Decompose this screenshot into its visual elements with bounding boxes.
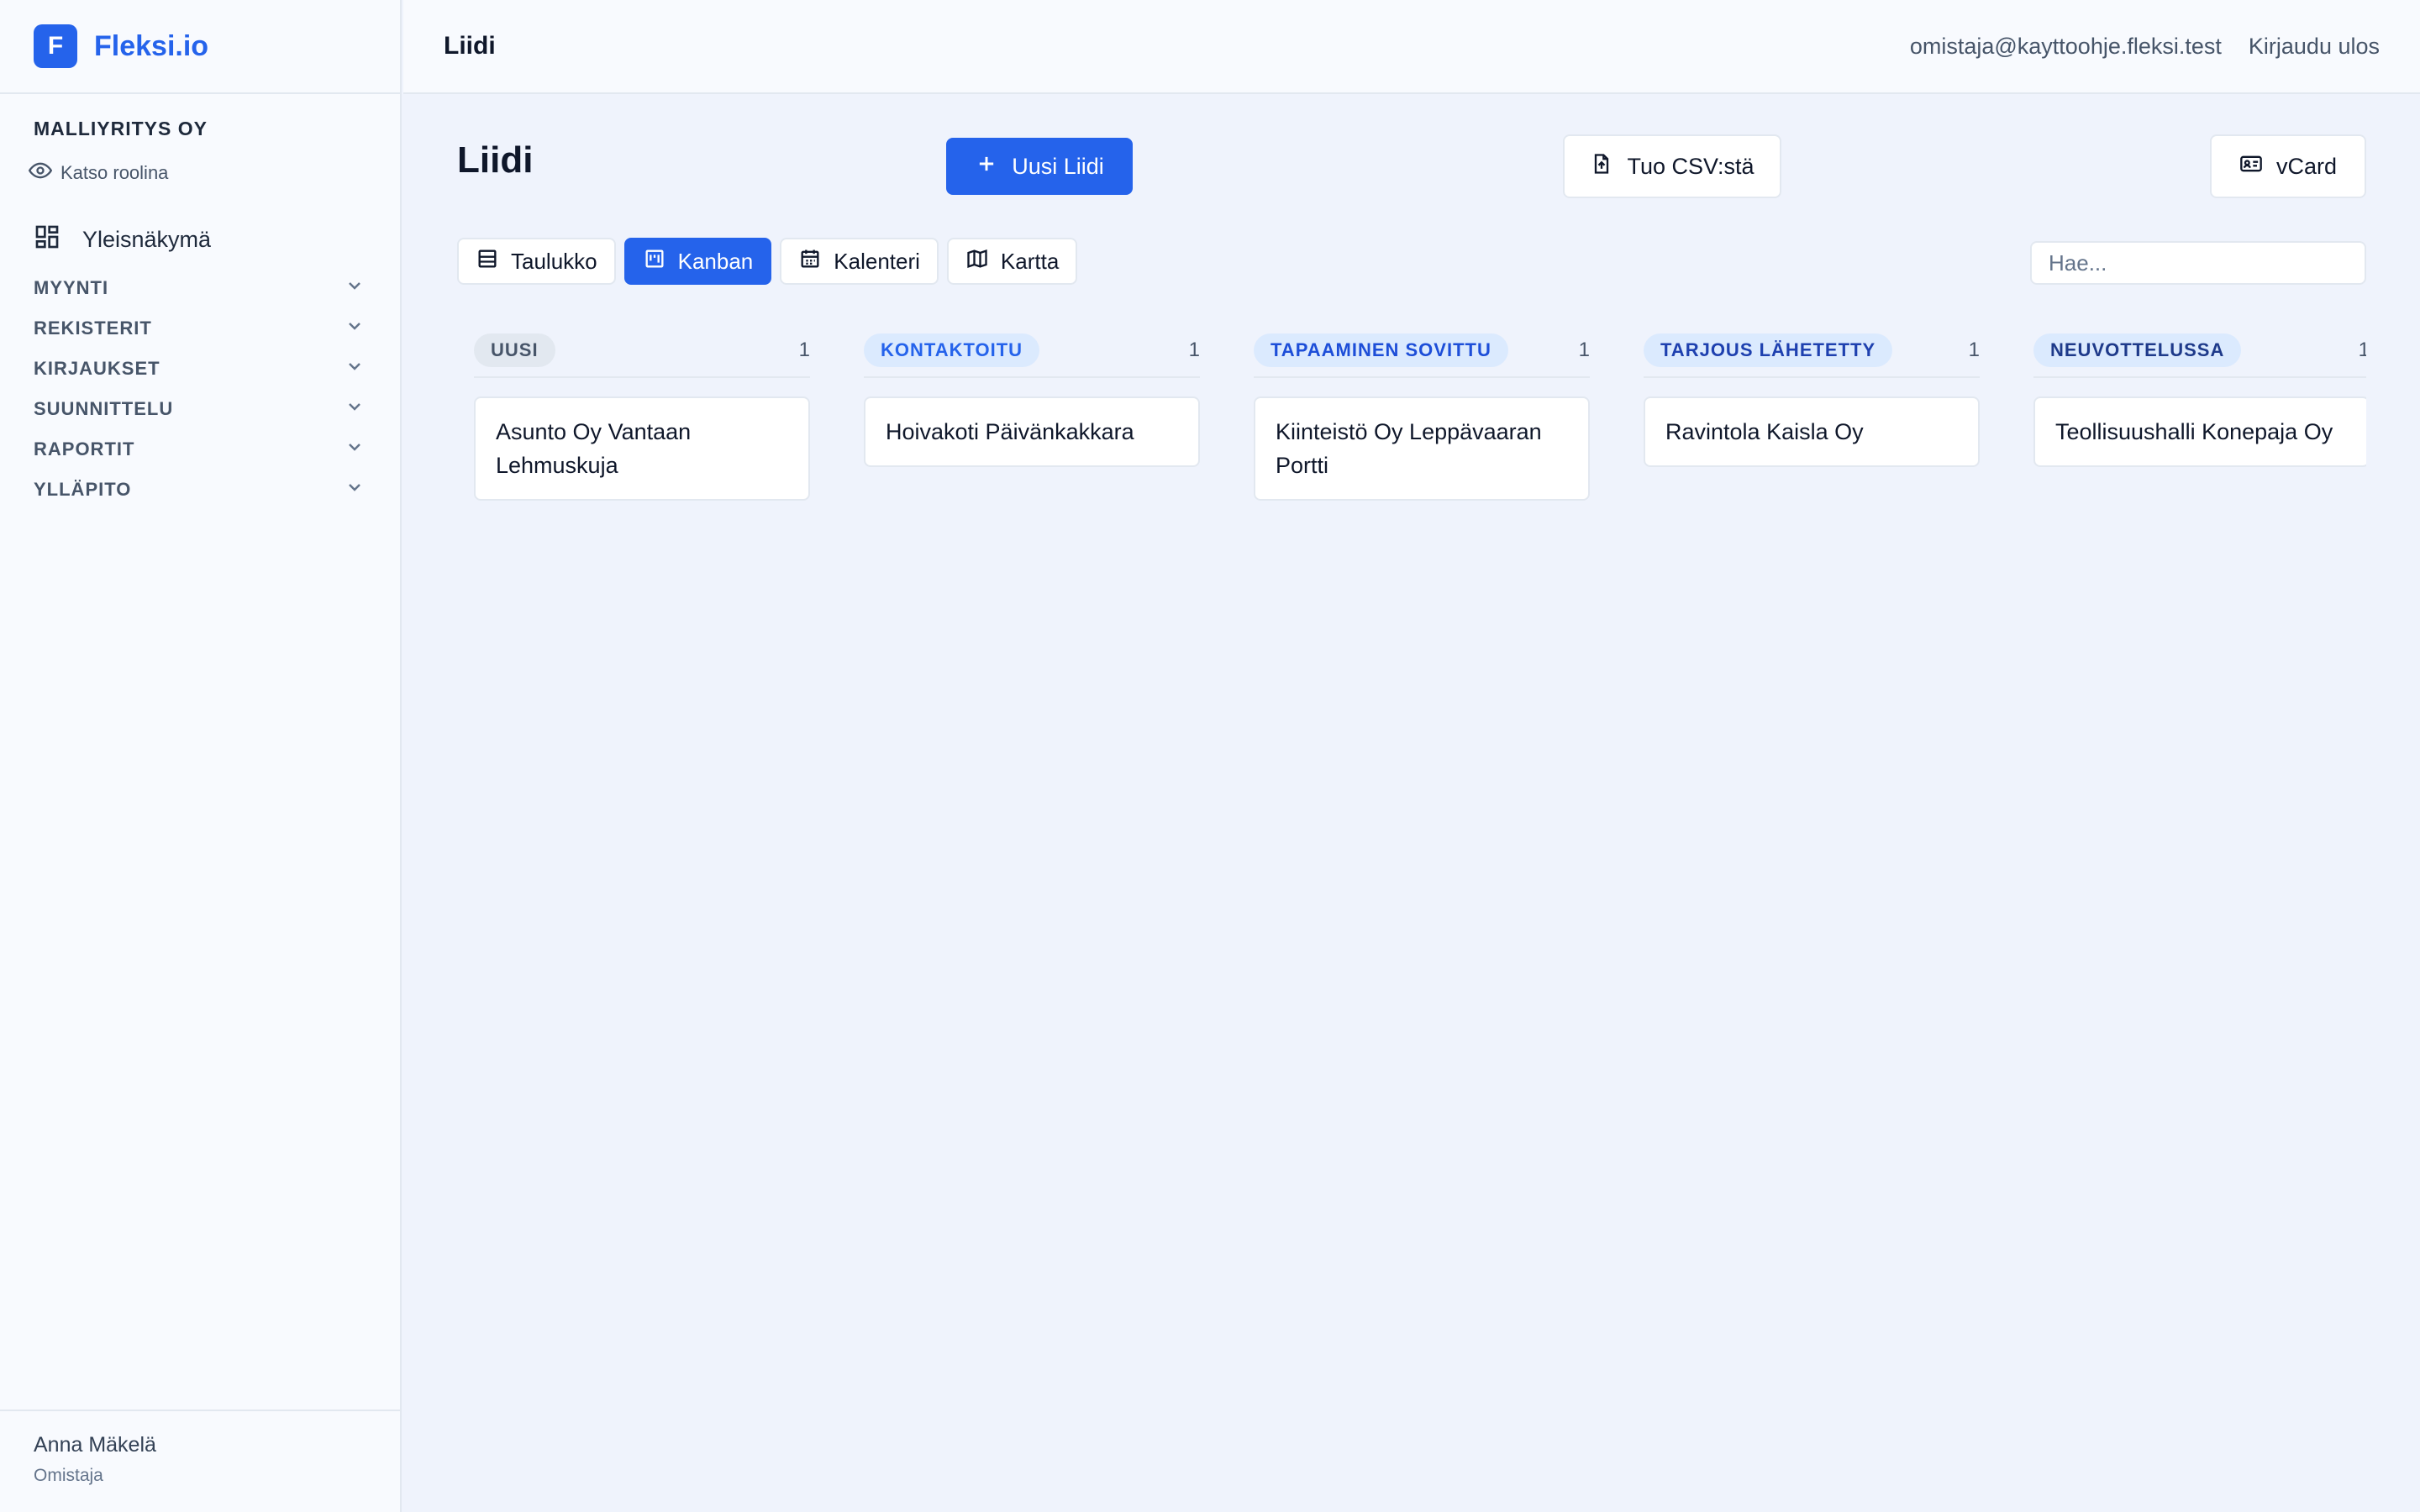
brand-logo-icon: F bbox=[34, 24, 77, 68]
sidebar-user-panel[interactable]: Anna Mäkelä Omistaja bbox=[0, 1410, 400, 1512]
column-header: UUSI 1 bbox=[474, 329, 810, 378]
brand-name: Fleksi.io bbox=[94, 29, 209, 62]
sidebar-group-myynti[interactable]: MYYNTI bbox=[0, 268, 400, 308]
chevron-down-icon bbox=[345, 276, 365, 301]
topbar-title: Liidi bbox=[444, 32, 496, 60]
column-status-badge: TARJOUS LÄHETETTY bbox=[1644, 333, 1893, 367]
vcard-label: vCard bbox=[2275, 153, 2338, 179]
page-title: Liidi bbox=[457, 139, 534, 181]
sidebar: F Fleksi.io MALLIYRITYS OY Katso roolina… bbox=[0, 0, 402, 1512]
tab-label: Kanban bbox=[677, 248, 754, 274]
topbar-user-area: omistaja@kayttoohje.fleksi.test Kirjaudu… bbox=[1910, 34, 2380, 60]
user-role: Omistaja bbox=[34, 1466, 103, 1485]
new-lead-button[interactable]: Uusi Liidi bbox=[946, 138, 1133, 195]
view-as-role-label: Katso roolina bbox=[60, 162, 169, 183]
calendar-icon bbox=[798, 247, 834, 276]
user-name: Anna Mäkelä bbox=[34, 1433, 156, 1457]
lead-card[interactable]: Hoivakoti Päivänkakkara bbox=[864, 396, 1200, 467]
chevron-down-icon bbox=[345, 396, 365, 422]
tab-kartta[interactable]: Kartta bbox=[946, 238, 1078, 285]
chevron-down-icon bbox=[345, 356, 365, 381]
kanban-column-uusi: UUSI 1 Asunto Oy Vantaan Lehmuskuja bbox=[474, 329, 810, 615]
sidebar-group-label: SUUNNITTELU bbox=[34, 398, 174, 419]
column-header: KONTAKTOITU 1 bbox=[864, 329, 1200, 378]
sidebar-group-rekisterit[interactable]: REKISTERIT bbox=[0, 308, 400, 349]
sidebar-group-label: REKISTERIT bbox=[34, 318, 152, 339]
topbar: Liidi omistaja@kayttoohje.fleksi.test Ki… bbox=[403, 0, 2420, 94]
lead-card[interactable]: Asunto Oy Vantaan Lehmuskuja bbox=[474, 396, 810, 501]
kanban-icon bbox=[643, 247, 678, 276]
view-as-role-link[interactable]: Katso roolina bbox=[28, 159, 366, 187]
dashboard-icon bbox=[34, 223, 82, 256]
sidebar-group-yllapito[interactable]: YLLÄPITO bbox=[0, 470, 400, 510]
vcard-button[interactable]: vCard bbox=[2210, 134, 2366, 198]
tab-kanban[interactable]: Kanban bbox=[623, 238, 772, 285]
logout-link[interactable]: Kirjaudu ulos bbox=[2249, 34, 2380, 60]
import-csv-button[interactable]: Tuo CSV:stä bbox=[1563, 134, 1781, 198]
kanban-column-neuvottelussa: NEUVOTTELUSSA 1 Teollisuushalli Konepaja… bbox=[2033, 329, 2366, 615]
sidebar-item-overview[interactable]: Yleisnäkymä bbox=[34, 223, 400, 256]
kanban-column-tapaaminen-sovittu: TAPAAMINEN SOVITTU 1 Kiinteistö Oy Leppä… bbox=[1254, 329, 1590, 615]
tab-label: Kalenteri bbox=[834, 248, 920, 274]
kanban-column-tarjous-lahetetty: TARJOUS LÄHETETTY 1 Ravintola Kaisla Oy bbox=[1644, 329, 1980, 615]
app: F Fleksi.io MALLIYRITYS OY Katso roolina… bbox=[0, 0, 2420, 1512]
user-email: omistaja@kayttoohje.fleksi.test bbox=[1909, 33, 2222, 59]
tab-kalenteri[interactable]: Kalenteri bbox=[780, 238, 939, 285]
import-csv-label: Tuo CSV:stä bbox=[1627, 153, 1754, 179]
chevron-down-icon bbox=[345, 477, 365, 502]
column-count: 1 bbox=[2358, 339, 2366, 361]
main-content: Liidi Uusi Liidi Tuo CSV:stä vCard Taulu… bbox=[403, 94, 2420, 1512]
column-count: 1 bbox=[1188, 339, 1200, 361]
company-name: MALLIYRITYS OY bbox=[34, 118, 208, 139]
search-input[interactable] bbox=[2030, 241, 2366, 285]
column-count: 1 bbox=[1968, 339, 1980, 361]
column-count: 1 bbox=[1578, 339, 1590, 361]
sidebar-item-label: Yleisnäkymä bbox=[82, 226, 212, 252]
column-status-badge: NEUVOTTELUSSA bbox=[2033, 333, 2242, 367]
tab-taulukko[interactable]: Taulukko bbox=[457, 238, 616, 285]
lead-card[interactable]: Kiinteistö Oy Leppävaaran Portti bbox=[1254, 396, 1590, 501]
table-icon bbox=[476, 247, 511, 276]
column-header: NEUVOTTELUSSA 1 bbox=[2033, 329, 2366, 378]
sidebar-group-label: KIRJAUKSET bbox=[34, 358, 160, 379]
sidebar-group-suunnittelu[interactable]: SUUNNITTELU bbox=[0, 389, 400, 429]
map-icon bbox=[965, 247, 1001, 276]
column-status-badge: TAPAAMINEN SOVITTU bbox=[1254, 333, 1508, 367]
file-upload-icon bbox=[1590, 152, 1627, 181]
new-lead-label: Uusi Liidi bbox=[1012, 153, 1104, 179]
column-status-badge: KONTAKTOITU bbox=[864, 333, 1040, 367]
brand[interactable]: F Fleksi.io bbox=[0, 0, 400, 94]
column-status-badge: UUSI bbox=[474, 333, 555, 367]
column-count: 1 bbox=[798, 339, 810, 361]
kanban-board: UUSI 1 Asunto Oy Vantaan Lehmuskuja KONT… bbox=[474, 329, 2366, 615]
sidebar-nav-groups: MYYNTI REKISTERIT KIRJAUKSET SUUNNITTELU… bbox=[0, 268, 400, 510]
chevron-down-icon bbox=[345, 316, 365, 341]
contact-card-icon bbox=[2239, 152, 2276, 181]
eye-icon bbox=[28, 159, 60, 187]
chevron-down-icon bbox=[345, 437, 365, 462]
company-section: MALLIYRITYS OY Katso roolina bbox=[0, 94, 400, 187]
sidebar-group-label: RAPORTIT bbox=[34, 438, 135, 459]
view-switcher: Taulukko Kanban Kalenteri Kartta bbox=[457, 238, 1086, 285]
lead-card[interactable]: Ravintola Kaisla Oy bbox=[1644, 396, 1980, 467]
tab-label: Taulukko bbox=[511, 248, 597, 274]
sidebar-group-label: MYYNTI bbox=[34, 277, 109, 298]
sidebar-group-kirjaukset[interactable]: KIRJAUKSET bbox=[0, 349, 400, 389]
lead-card[interactable]: Teollisuushalli Konepaja Oy bbox=[2033, 396, 2366, 467]
plus-icon bbox=[975, 152, 1012, 181]
column-header: TARJOUS LÄHETETTY 1 bbox=[1644, 329, 1980, 378]
column-header: TAPAAMINEN SOVITTU 1 bbox=[1254, 329, 1590, 378]
sidebar-group-raportit[interactable]: RAPORTIT bbox=[0, 429, 400, 470]
sidebar-group-label: YLLÄPITO bbox=[34, 479, 132, 500]
kanban-column-kontaktoitu: KONTAKTOITU 1 Hoivakoti Päivänkakkara bbox=[864, 329, 1200, 615]
tab-label: Kartta bbox=[1000, 248, 1060, 274]
